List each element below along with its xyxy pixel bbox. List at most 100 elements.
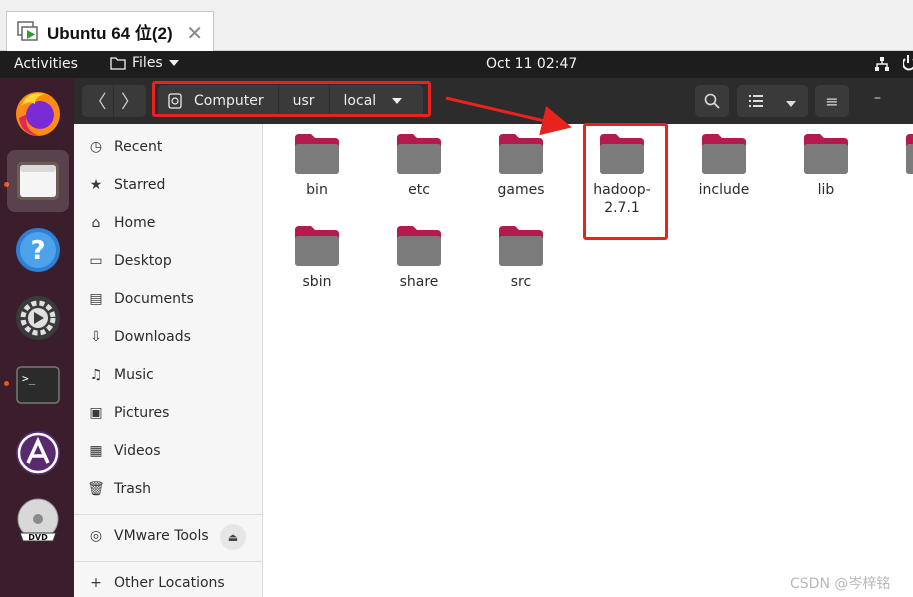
list-view-button[interactable] — [748, 92, 763, 111]
list-view-icon — [748, 94, 763, 107]
sidebar-item-label: Other Locations — [114, 575, 225, 591]
folder-partial[interactable] — [882, 132, 913, 176]
folder-sbin[interactable]: sbin — [272, 224, 362, 291]
folder-lib[interactable]: lib — [781, 132, 871, 199]
folder-etc[interactable]: etc — [374, 132, 464, 199]
sidebar-item-pictures[interactable]: ▣ Pictures — [88, 398, 169, 428]
firefox-icon[interactable] — [7, 82, 69, 144]
chevron-left-icon: 〈 — [88, 92, 107, 113]
downloads-icon: ⇩ — [90, 329, 102, 345]
folder-icon — [702, 134, 746, 174]
clock-icon: ◷ — [89, 139, 103, 155]
sidebar-item-home[interactable]: ⌂ Home — [88, 208, 156, 238]
dock: ? >_ DVD — [0, 78, 74, 597]
videos-icon: ▦ — [89, 443, 103, 459]
folder-label: bin — [306, 182, 328, 198]
hamburger-menu-icon: ≡ — [825, 91, 839, 111]
sidebar-separator — [74, 514, 262, 515]
close-icon[interactable]: ✕ — [186, 21, 203, 45]
sidebar-separator — [74, 561, 262, 562]
sidebar-item-documents[interactable]: ▤ Documents — [88, 284, 194, 314]
folder-label: share — [399, 274, 439, 290]
folder-share[interactable]: share — [374, 224, 464, 291]
folder-icon — [397, 226, 441, 266]
folder-icon — [110, 57, 126, 70]
home-icon: ⌂ — [91, 215, 101, 231]
forward-button[interactable]: 〉 — [114, 85, 146, 117]
folder-src[interactable]: src — [476, 224, 566, 291]
search-icon — [704, 93, 720, 109]
highlight-box-hadoop — [583, 123, 668, 240]
chevron-down-icon — [786, 100, 797, 107]
folder-icon — [295, 226, 339, 266]
folder-icon — [804, 134, 848, 174]
sidebar-item-music[interactable]: ♫ Music — [88, 360, 154, 390]
folder-label: games — [497, 182, 545, 198]
back-button[interactable]: 〈 — [82, 85, 114, 117]
folder-icon — [499, 226, 543, 266]
sidebar-item-vmware-tools[interactable]: ◎ VMware Tools — [88, 521, 209, 551]
folder-games[interactable]: games — [476, 132, 566, 199]
sidebar-item-label: Trash — [114, 481, 151, 497]
eject-icon: ⏏ — [227, 530, 239, 544]
desktop-icon: ▭ — [89, 253, 103, 269]
power-icon[interactable] — [902, 54, 913, 76]
app-menu-label: Files — [132, 55, 163, 71]
sidebar-item-label: Starred — [114, 177, 166, 193]
activities-button[interactable]: Activities — [14, 56, 78, 72]
sidebar-item-videos[interactable]: ▦ Videos — [88, 436, 161, 466]
eject-button[interactable]: ⏏ — [220, 524, 246, 550]
sidebar-item-downloads[interactable]: ⇩ Downloads — [88, 322, 191, 352]
clock[interactable]: Oct 11 02:47 — [486, 56, 577, 72]
sidebar-item-other-locations[interactable]: + Other Locations — [88, 568, 225, 597]
terminal-icon[interactable]: >_ — [7, 354, 69, 416]
sidebar-item-label: Home — [114, 215, 156, 231]
sidebar-item-starred[interactable]: ★ Starred — [88, 170, 166, 200]
chevron-down-icon — [168, 60, 179, 66]
main-menu-button[interactable]: ≡ — [815, 85, 849, 117]
dvd-icon[interactable]: DVD — [7, 490, 69, 552]
folder-label: src — [510, 274, 532, 290]
folder-label: include — [698, 182, 750, 198]
plus-icon: + — [90, 575, 102, 591]
sidebar-item-label: Documents — [114, 291, 194, 307]
folder-label: sbin — [302, 274, 332, 290]
sidebar-item-label: VMware Tools — [114, 528, 209, 544]
svg-text:DVD: DVD — [28, 533, 48, 542]
app-store-icon[interactable] — [7, 422, 69, 484]
sidebar-item-trash[interactable]: 🗑 Trash — [87, 474, 151, 504]
highlight-box-pathbar — [152, 81, 431, 117]
help-icon[interactable]: ? — [7, 219, 69, 281]
places-sidebar: ◷ Recent ★ Starred ⌂ Home ▭ Desktop ▤ Do… — [74, 124, 263, 597]
vmware-tab-strip: Ubuntu 64 位(2) ✕ — [0, 0, 913, 51]
view-options-group — [737, 85, 808, 117]
network-icon[interactable] — [874, 56, 890, 76]
star-icon: ★ — [89, 177, 103, 193]
app-menu-files[interactable]: Files — [110, 55, 179, 71]
screenshot-root: Ubuntu 64 位(2) ✕ Activities Files Oct 11… — [0, 0, 913, 597]
folder-include[interactable]: include — [679, 132, 769, 199]
documents-icon: ▤ — [89, 291, 103, 307]
sidebar-item-label: Videos — [114, 443, 161, 459]
view-dropdown-button[interactable] — [786, 92, 797, 111]
chevron-right-icon: 〉 — [121, 92, 139, 113]
svg-text:?: ? — [30, 236, 45, 266]
pictures-icon: ▣ — [89, 405, 103, 421]
sidebar-item-recent[interactable]: ◷ Recent — [88, 132, 163, 162]
sidebar-item-label: Desktop — [114, 253, 172, 269]
vmware-tab[interactable]: Ubuntu 64 位(2) ✕ — [6, 11, 214, 51]
folder-icon — [499, 134, 543, 174]
svg-text:>_: >_ — [22, 372, 36, 385]
folder-icon — [397, 134, 441, 174]
disc-icon: ◎ — [89, 528, 103, 544]
sidebar-item-desktop[interactable]: ▭ Desktop — [88, 246, 172, 276]
sidebar-item-label: Music — [114, 367, 154, 383]
folder-icon — [906, 134, 913, 174]
files-icon[interactable] — [7, 150, 69, 212]
folder-icon — [295, 134, 339, 174]
folder-bin[interactable]: bin — [272, 132, 362, 199]
search-button[interactable] — [695, 85, 729, 117]
settings-gear-icon[interactable] — [7, 287, 69, 349]
minimize-button[interactable]: – — [874, 90, 881, 106]
gnome-top-bar: Activities Files Oct 11 02:47 — [0, 51, 913, 78]
